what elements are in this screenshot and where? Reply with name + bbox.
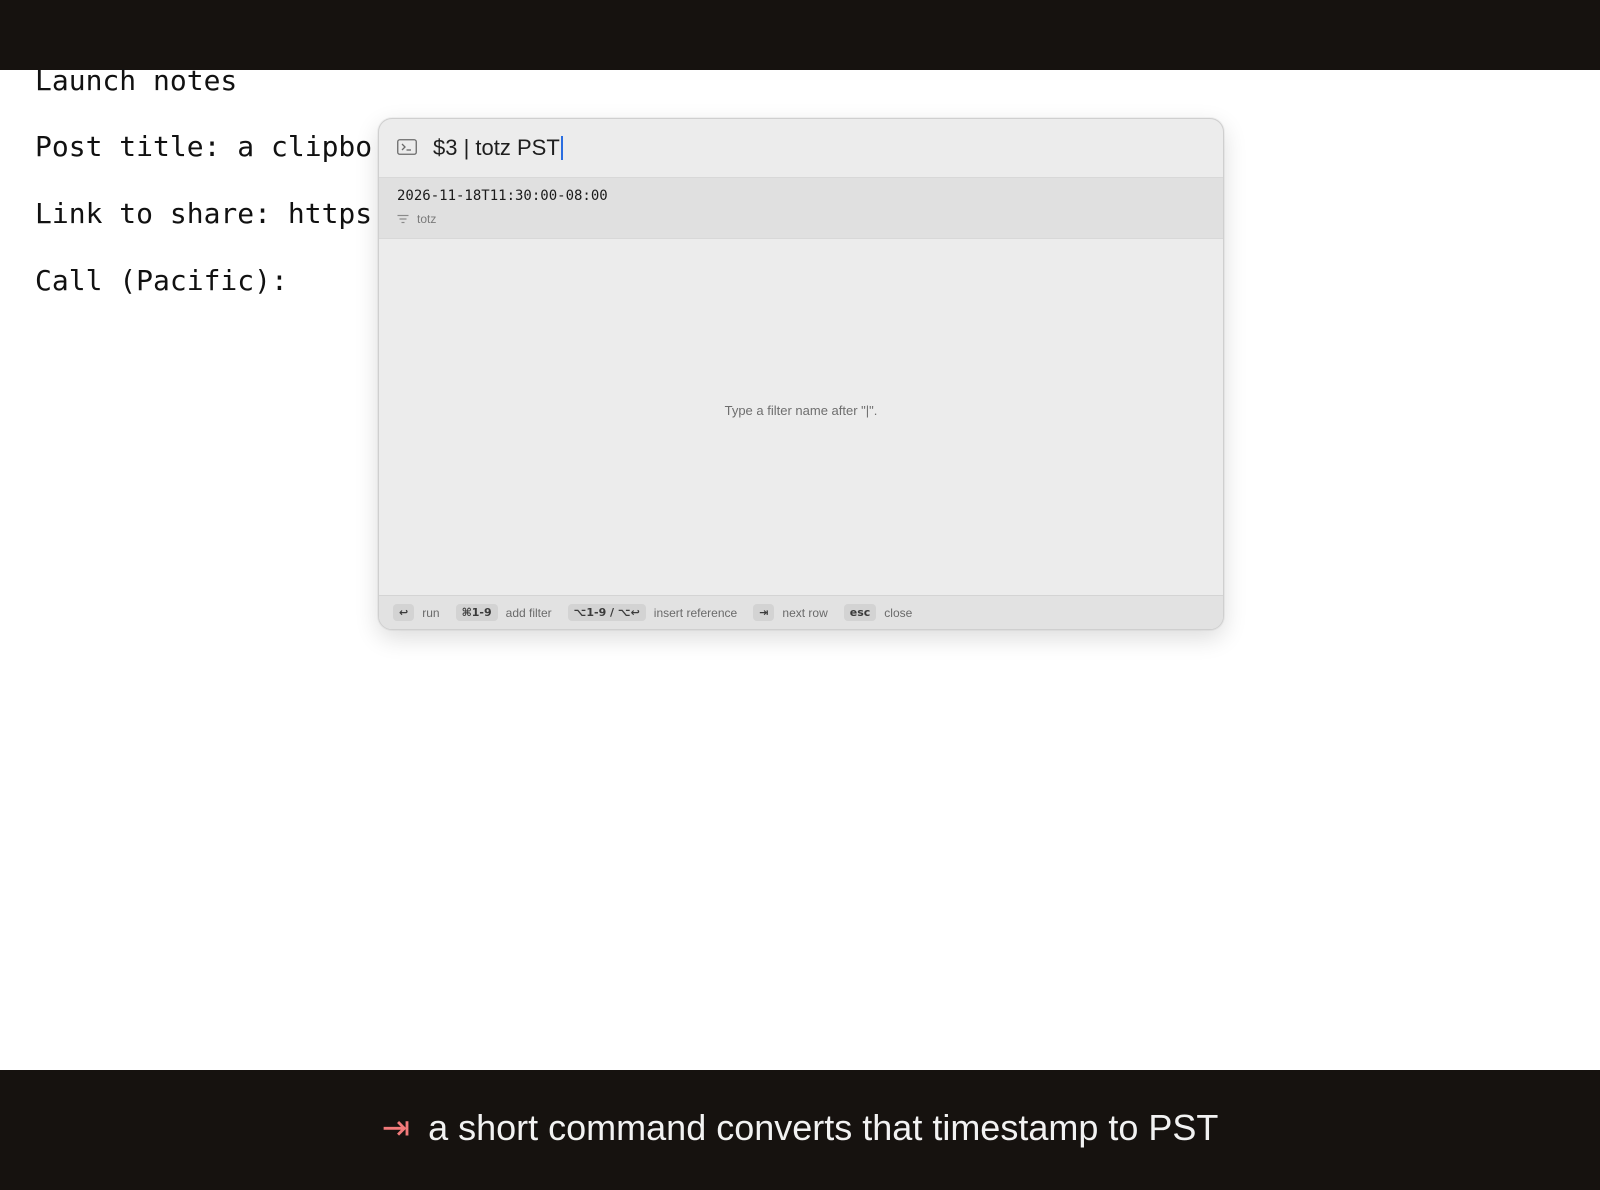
filter-icon	[397, 214, 409, 224]
document-title: Launch notes	[35, 64, 238, 97]
palette-search-row[interactable]: $3 | totz PST	[379, 119, 1223, 177]
shortcut-key: ⌥1-9 / ⌥↩	[567, 604, 646, 621]
palette-query-input[interactable]: $3 | totz PST	[433, 135, 563, 161]
shortcut-label: close	[884, 605, 913, 620]
shortcut-label: add filter	[505, 605, 552, 620]
shortcut-key: ↩	[393, 604, 415, 621]
result-filter-name: totz	[417, 212, 437, 226]
filter-hint-text: Type a filter name after "|".	[724, 403, 878, 418]
tab-arrow-icon: ⇥	[381, 1108, 411, 1148]
palette-query-text: $3 | totz PST	[433, 135, 560, 160]
terminal-icon	[397, 139, 417, 155]
shortcut-label: next row	[782, 605, 828, 620]
document-line-call: Call (Pacific):	[35, 264, 288, 297]
result-value: 2026-11-18T11:30:00-08:00	[397, 188, 608, 204]
shortcut-close[interactable]: esc close	[843, 604, 913, 621]
shortcut-key: ⇥	[753, 604, 775, 621]
caption-text: a short command converts that timestamp …	[428, 1107, 1219, 1148]
shortcut-key: ⌘1-9	[455, 604, 498, 621]
caption: ⇥ a short command converts that timestam…	[382, 1107, 1219, 1149]
caption-bar: ⇥ a short command converts that timestam…	[0, 1070, 1600, 1190]
palette-footer: ↩ run ⌘1-9 add filter ⌥1-9 / ⌥↩ insert r…	[379, 595, 1223, 629]
document-line-link: Link to share: https	[35, 197, 373, 230]
command-palette: $3 | totz PST 2026-11-18T11:30:00-08:00 …	[378, 118, 1224, 630]
shortcut-key: esc	[843, 604, 877, 621]
shortcut-next-row[interactable]: ⇥ next row	[753, 604, 828, 621]
shortcut-add-filter[interactable]: ⌘1-9 add filter	[455, 604, 552, 621]
result-row[interactable]: 2026-11-18T11:30:00-08:00 totz	[379, 177, 1223, 239]
shortcut-label: run	[422, 605, 440, 620]
result-filter-meta: totz	[397, 212, 436, 226]
top-letterbox-bar	[0, 0, 1600, 70]
shortcut-label: insert reference	[653, 605, 738, 620]
text-caret	[560, 136, 563, 160]
shortcut-run[interactable]: ↩ run	[393, 604, 440, 621]
document-line-post-title: Post title: a clipbo	[35, 130, 373, 163]
shortcut-insert-reference[interactable]: ⌥1-9 / ⌥↩ insert reference	[567, 604, 738, 621]
